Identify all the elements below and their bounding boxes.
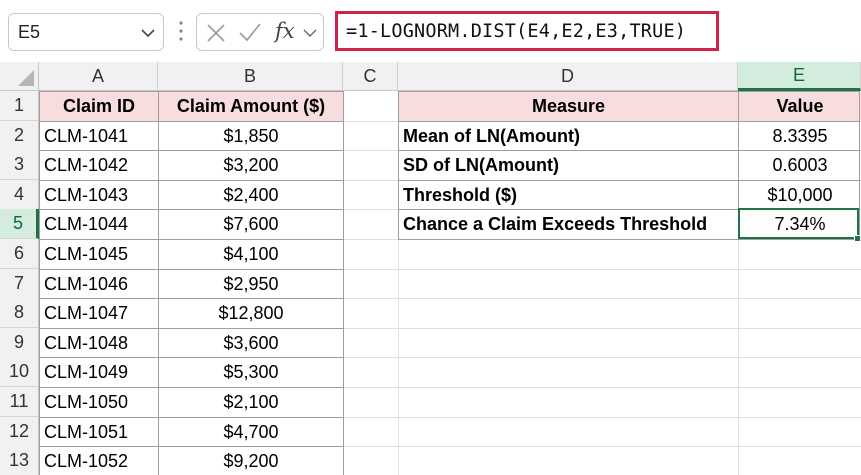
table-divider [39, 328, 343, 329]
formula-input[interactable]: =1-LOGNORM.DIST(E4,E2,E3,TRUE) [335, 11, 719, 51]
table-divider [39, 417, 343, 418]
row-header-9[interactable]: 9 [0, 328, 39, 358]
row-header-11[interactable]: 11 [0, 387, 39, 417]
claims-header-cell[interactable]: Claim Amount ($) [159, 92, 343, 121]
claim-amount-cell[interactable]: $2,400 [159, 181, 343, 210]
row-header-4[interactable]: 4 [0, 180, 39, 210]
table-divider [39, 239, 343, 240]
claim-amount-cell[interactable]: $3,200 [159, 151, 343, 180]
chevron-down-icon[interactable] [303, 28, 317, 38]
formula-text: =1-LOGNORM.DIST(E4,E2,E3,TRUE) [346, 21, 687, 42]
name-box[interactable]: E5 [8, 13, 164, 51]
column-header-b[interactable]: B [158, 62, 343, 91]
claim-id-cell[interactable]: CLM-1048 [40, 329, 158, 358]
column-header-c[interactable]: C [343, 62, 398, 91]
row-header-5[interactable]: 5 [0, 209, 39, 239]
measure-value-cell[interactable]: $10,000 [739, 181, 861, 210]
table-divider [738, 91, 739, 239]
table-divider [39, 180, 343, 181]
chevron-down-icon[interactable] [141, 28, 155, 38]
claim-amount-cell[interactable]: $3,600 [159, 329, 343, 358]
measures-header-cell[interactable]: Measure [399, 92, 738, 121]
measure-value-cell[interactable]: 0.6003 [739, 151, 861, 180]
table-divider [39, 298, 343, 299]
table-divider [398, 180, 859, 181]
claim-id-cell[interactable]: CLM-1041 [40, 122, 158, 151]
fill-handle[interactable] [854, 235, 861, 242]
measure-label-cell[interactable]: Mean of LN(Amount) [399, 122, 738, 151]
row-header-12[interactable]: 12 [0, 417, 39, 447]
measure-value-cell[interactable]: 7.34% [739, 210, 861, 239]
select-all-icon [18, 70, 34, 86]
row-header-1[interactable]: 1 [0, 91, 39, 121]
table-divider [398, 121, 859, 122]
formula-controls: fx [196, 13, 324, 51]
column-header-e[interactable]: E [738, 62, 861, 91]
row-header-6[interactable]: 6 [0, 239, 39, 269]
claim-amount-cell[interactable]: $4,100 [159, 240, 343, 269]
claim-id-cell[interactable]: CLM-1043 [40, 181, 158, 210]
table-divider [39, 357, 343, 358]
claim-id-cell[interactable]: CLM-1052 [40, 447, 158, 475]
row-header-3[interactable]: 3 [0, 150, 39, 180]
measures-header-cell[interactable]: Value [739, 92, 861, 121]
claims-header-cell[interactable]: Claim ID [40, 92, 158, 121]
claim-id-cell[interactable]: CLM-1047 [40, 299, 158, 328]
table-divider [39, 121, 343, 122]
measure-label-cell[interactable]: Threshold ($) [399, 181, 738, 210]
enter-check-icon[interactable] [239, 23, 261, 42]
claim-id-cell[interactable]: CLM-1050 [40, 388, 158, 417]
select-all-button[interactable] [0, 62, 39, 91]
claim-amount-cell[interactable]: $1,850 [159, 122, 343, 151]
column-header-a[interactable]: A [39, 62, 158, 91]
measure-label-cell[interactable]: SD of LN(Amount) [399, 151, 738, 180]
claim-id-cell[interactable]: CLM-1042 [40, 151, 158, 180]
claim-amount-cell[interactable]: $12,800 [159, 299, 343, 328]
claim-id-cell[interactable]: CLM-1051 [40, 418, 158, 447]
cancel-icon[interactable] [207, 24, 225, 42]
table-divider [39, 387, 343, 388]
name-box-value: E5 [18, 22, 41, 42]
row-header-7[interactable]: 7 [0, 269, 39, 299]
measure-value-cell[interactable]: 8.3395 [739, 122, 861, 151]
claim-amount-cell[interactable]: $5,300 [159, 358, 343, 387]
insert-function-icon[interactable]: fx [275, 19, 295, 43]
table-divider [39, 209, 343, 210]
claim-id-cell[interactable]: CLM-1045 [40, 240, 158, 269]
table-divider [39, 150, 343, 151]
table-divider [39, 446, 343, 447]
row-header-8[interactable]: 8 [0, 298, 39, 328]
spreadsheet-grid: A B C D E 1 2 3 4 5 6 7 8 9 10 11 12 13 Claim ID Claim Amou… [0, 62, 861, 475]
more-options-icon[interactable] [178, 20, 184, 42]
claim-id-cell[interactable]: CLM-1049 [40, 358, 158, 387]
row-header-2[interactable]: 2 [0, 121, 39, 151]
row-header-10[interactable]: 10 [0, 357, 39, 387]
claim-amount-cell[interactable]: $9,200 [159, 447, 343, 475]
claim-id-cell[interactable]: CLM-1044 [40, 210, 158, 239]
claim-amount-cell[interactable]: $7,600 [159, 210, 343, 239]
claim-amount-cell[interactable]: $4,700 [159, 418, 343, 447]
table-divider [398, 209, 859, 210]
formula-bar: E5 fx =1-LOGNORM.DIST(E4,E2,E3,TRUE) [0, 0, 861, 62]
measure-label-cell[interactable]: Chance a Claim Exceeds Threshold [399, 210, 738, 239]
table-divider [398, 150, 859, 151]
claim-id-cell[interactable]: CLM-1046 [40, 270, 158, 299]
table-divider [39, 269, 343, 270]
row-header-13[interactable]: 13 [0, 446, 39, 475]
column-header-d[interactable]: D [398, 62, 738, 91]
claim-amount-cell[interactable]: $2,100 [159, 388, 343, 417]
claim-amount-cell[interactable]: $2,950 [159, 270, 343, 299]
